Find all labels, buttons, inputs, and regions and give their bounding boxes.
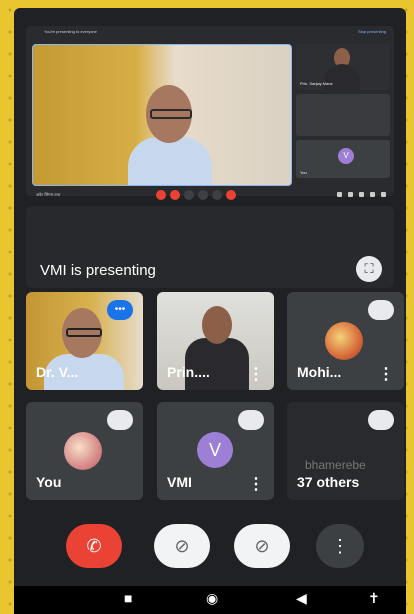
participant-name: Prin....: [167, 364, 210, 380]
mic-off-icon: [238, 410, 264, 430]
back-icon[interactable]: ◀: [296, 590, 307, 607]
thumb-avatar: V: [338, 148, 354, 164]
thumb-name: Prin. Sanjay Mane: [300, 81, 333, 86]
participant-name: Mohi...: [297, 364, 342, 380]
presenting-notice: You're presenting to everyone: [44, 29, 97, 34]
shared-thumb-3: V You: [296, 140, 390, 178]
shared-main-video: [32, 44, 292, 186]
end-call-button[interactable]: ✆: [66, 524, 122, 568]
avatar: [325, 322, 363, 360]
mic-off-icon: [368, 300, 394, 320]
participant-tile[interactable]: Prin.... ⋮: [157, 292, 274, 390]
avatar: [64, 432, 102, 470]
meet-app: You're presenting to everyone Stop prese…: [14, 8, 406, 614]
avatar: V: [197, 432, 233, 468]
thumb-you: You: [300, 170, 307, 175]
shared-topbar: You're presenting to everyone Stop prese…: [26, 26, 394, 38]
home-icon[interactable]: ◉: [206, 590, 218, 607]
presenting-banner: VMI is presenting ⛶: [26, 206, 394, 288]
call-controls: ✆ ⊘ ⊘ ⋮: [14, 518, 406, 578]
participant-tile[interactable]: V VMI ⋮: [157, 402, 274, 500]
stop-presenting-link: Stop presenting: [357, 29, 386, 34]
mic-off-icon: [107, 410, 133, 430]
presenting-text: VMI is presenting: [40, 262, 156, 279]
more-options-icon[interactable]: ⋮: [248, 477, 264, 493]
accessibility-icon[interactable]: ✝: [368, 590, 380, 607]
speaking-icon: •••: [107, 300, 133, 320]
participant-tile[interactable]: You: [26, 402, 143, 500]
camera-off-button[interactable]: ⊘: [154, 524, 210, 568]
others-count: 37 others: [297, 474, 360, 490]
participant-name: VMI: [167, 474, 192, 490]
participant-name: Dr. V...: [36, 364, 79, 380]
shared-controls: [156, 190, 236, 200]
others-tile[interactable]: bhamerebe 37 others: [287, 402, 404, 500]
mic-off-icon: [368, 410, 394, 430]
participant-video: [128, 85, 212, 185]
more-options-icon[interactable]: ⋮: [378, 367, 394, 383]
shared-screen: You're presenting to everyone Stop prese…: [26, 26, 394, 200]
shared-thumb-2: [296, 94, 390, 136]
mic-off-button[interactable]: ⊘: [234, 524, 290, 568]
participant-tile[interactable]: ••• Dr. V...: [26, 292, 143, 390]
participant-name: You: [36, 474, 62, 490]
recents-icon[interactable]: ■: [124, 590, 132, 606]
others-faded-text: bhamerebe: [305, 458, 366, 472]
more-options-icon[interactable]: ⋮: [248, 367, 264, 383]
shared-bottom-text: अवेट सिंगस-रल्ड: [36, 192, 61, 197]
shared-thumb-1: Prin. Sanjay Mane: [296, 44, 390, 90]
shared-right-icons: [337, 192, 386, 197]
fullscreen-icon[interactable]: ⛶: [356, 256, 382, 282]
android-navbar: ■ ◉ ◀ ✝: [14, 586, 406, 614]
participant-tile[interactable]: Mohi... ⋮: [287, 292, 404, 390]
more-options-button[interactable]: ⋮: [316, 524, 364, 568]
